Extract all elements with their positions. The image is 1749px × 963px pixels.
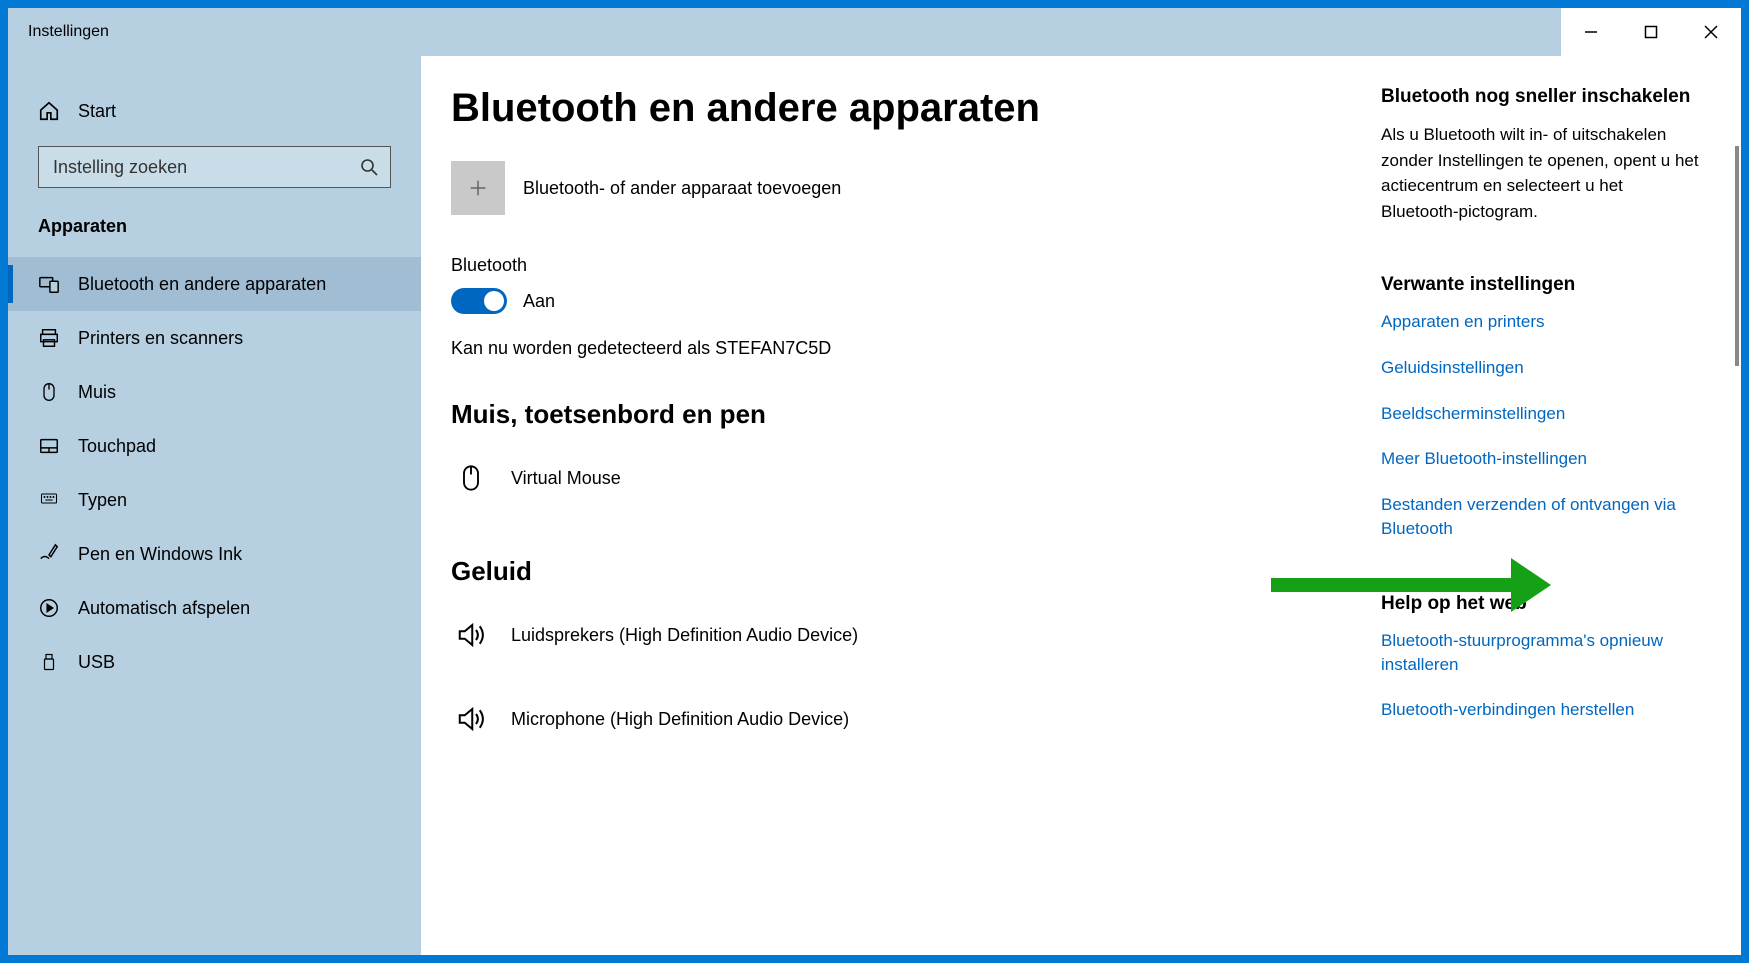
section-audio-heading: Geluid	[451, 556, 1341, 587]
speaker-icon	[451, 615, 491, 655]
section-mouse-heading: Muis, toetsenbord en pen	[451, 399, 1341, 430]
search-icon	[360, 158, 378, 176]
sidebar-section-title: Apparaten	[8, 206, 421, 257]
devices-icon	[38, 273, 60, 295]
window-title: Instellingen	[8, 23, 109, 41]
aside-column: Bluetooth nog sneller inschakelen Als u …	[1381, 86, 1721, 955]
usb-icon	[38, 651, 60, 673]
device-mouse[interactable]: Virtual Mouse	[451, 448, 1341, 508]
device-speakers[interactable]: Luidsprekers (High Definition Audio Devi…	[451, 605, 1341, 665]
sidebar-item-touchpad[interactable]: Touchpad	[8, 419, 421, 473]
sidebar-item-label: USB	[78, 652, 115, 673]
link-display-settings[interactable]: Beeldscherminstellingen	[1381, 402, 1701, 426]
link-send-receive-bt[interactable]: Bestanden verzenden of ontvangen via Blu…	[1381, 493, 1701, 541]
scrollbar[interactable]	[1735, 146, 1739, 366]
printer-icon	[38, 327, 60, 349]
sidebar-item-label: Pen en Windows Ink	[78, 544, 242, 565]
sidebar-item-printers[interactable]: Printers en scanners	[8, 311, 421, 365]
sidebar-item-bluetooth[interactable]: Bluetooth en andere apparaten	[8, 257, 421, 311]
tip-heading: Bluetooth nog sneller inschakelen	[1381, 86, 1701, 108]
sidebar-item-label: Typen	[78, 490, 127, 511]
toggle-knob	[484, 291, 504, 311]
sidebar-item-pen[interactable]: Pen en Windows Ink	[8, 527, 421, 581]
related-heading: Verwante instellingen	[1381, 274, 1701, 296]
link-devices-printers[interactable]: Apparaten en printers	[1381, 310, 1701, 334]
settings-window: Instellingen Start	[8, 8, 1741, 955]
content-column: Bluetooth en andere apparaten Bluetooth-…	[451, 86, 1381, 955]
autoplay-icon	[38, 597, 60, 619]
maximize-button[interactable]	[1621, 8, 1681, 56]
page-title: Bluetooth en andere apparaten	[451, 86, 1341, 131]
tip-text: Als u Bluetooth wilt in- of uitschakelen…	[1381, 122, 1701, 224]
sidebar-item-typing[interactable]: Typen	[8, 473, 421, 527]
bluetooth-toggle-row: Aan	[451, 288, 1341, 314]
titlebar: Instellingen	[8, 8, 1741, 56]
bluetooth-label: Bluetooth	[451, 255, 1341, 276]
toggle-state-label: Aan	[523, 291, 555, 312]
close-button[interactable]	[1681, 8, 1741, 56]
search-wrap	[8, 136, 421, 206]
speaker-icon	[451, 699, 491, 739]
device-microphone[interactable]: Microphone (High Definition Audio Device…	[451, 689, 1341, 749]
window-controls	[1561, 8, 1741, 56]
add-device-button[interactable]: Bluetooth- of ander apparaat toevoegen	[451, 161, 1341, 215]
link-sound-settings[interactable]: Geluidsinstellingen	[1381, 356, 1701, 380]
plus-icon	[451, 161, 505, 215]
home-icon	[38, 100, 60, 122]
bluetooth-status: Kan nu worden gedetecteerd als STEFAN7C5…	[451, 338, 1341, 359]
pen-icon	[38, 543, 60, 565]
search-input[interactable]	[39, 147, 390, 187]
bluetooth-toggle[interactable]	[451, 288, 507, 314]
device-label: Luidsprekers (High Definition Audio Devi…	[511, 625, 858, 646]
sidebar-item-label: Automatisch afspelen	[78, 598, 250, 619]
main-area: Bluetooth en andere apparaten Bluetooth-…	[421, 56, 1741, 955]
link-more-bluetooth[interactable]: Meer Bluetooth-instellingen	[1381, 447, 1701, 471]
sidebar-item-label: Bluetooth en andere apparaten	[78, 274, 326, 295]
link-fix-bt-connections[interactable]: Bluetooth-verbindingen herstellen	[1381, 698, 1701, 722]
minimize-button[interactable]	[1561, 8, 1621, 56]
mouse-icon	[38, 381, 60, 403]
sidebar-item-mouse[interactable]: Muis	[8, 365, 421, 419]
sidebar-item-usb[interactable]: USB	[8, 635, 421, 689]
search-box[interactable]	[38, 146, 391, 188]
link-reinstall-bt-drivers[interactable]: Bluetooth-stuurprogramma's opnieuw insta…	[1381, 629, 1701, 677]
sidebar-item-label: Touchpad	[78, 436, 156, 457]
keyboard-icon	[38, 489, 60, 511]
sidebar-item-autoplay[interactable]: Automatisch afspelen	[8, 581, 421, 635]
mouse-icon	[451, 458, 491, 498]
home-label: Start	[78, 101, 116, 122]
home-button[interactable]: Start	[8, 86, 421, 136]
sidebar-item-label: Muis	[78, 382, 116, 403]
window-body: Start Apparaten Bluetooth en andere appa…	[8, 56, 1741, 955]
sidebar: Start Apparaten Bluetooth en andere appa…	[8, 56, 421, 955]
touchpad-icon	[38, 435, 60, 457]
add-device-label: Bluetooth- of ander apparaat toevoegen	[523, 178, 841, 199]
device-label: Microphone (High Definition Audio Device…	[511, 709, 849, 730]
help-heading: Help op het web	[1381, 593, 1701, 615]
sidebar-item-label: Printers en scanners	[78, 328, 243, 349]
device-label: Virtual Mouse	[511, 468, 621, 489]
